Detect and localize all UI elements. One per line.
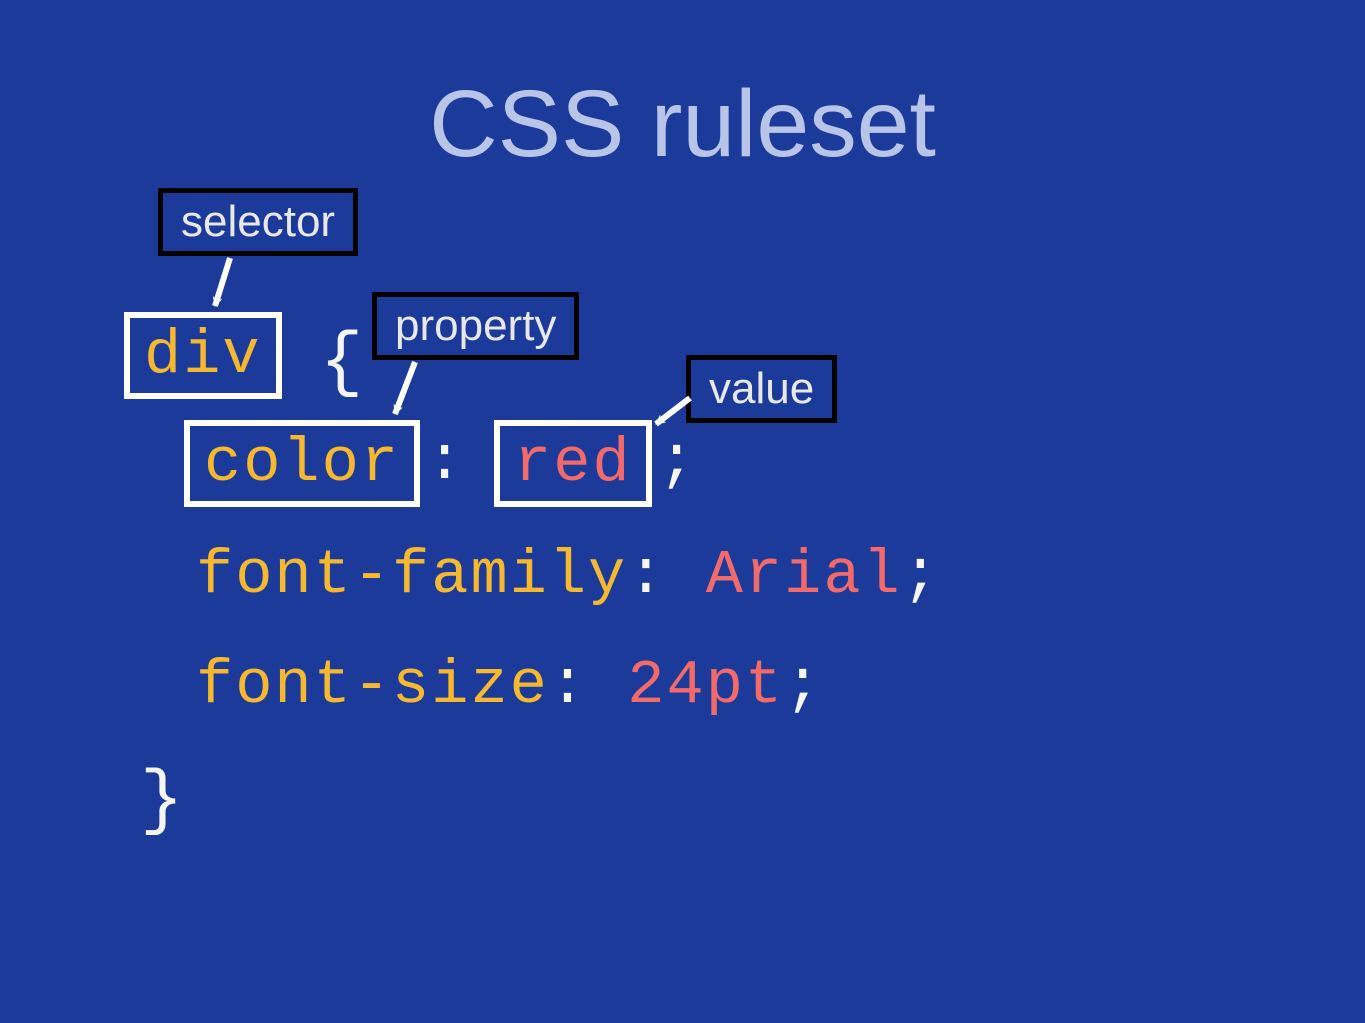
selector-box: div [124, 312, 282, 399]
value-box: red [494, 420, 652, 507]
code-selector: div [144, 320, 262, 391]
code-decl3: font-size: 24pt; [196, 650, 823, 721]
slide-title: CSS ruleset [0, 70, 1365, 179]
label-selector: selector [158, 188, 358, 256]
code-brace-open: { [320, 322, 365, 404]
code-decl1-semi: ; [658, 426, 697, 497]
label-value: value [686, 355, 837, 423]
code-decl1-val: red [514, 428, 632, 499]
code-decl2: font-family: Arial; [196, 540, 941, 611]
property-box: color [184, 420, 420, 507]
code-brace-close: } [140, 760, 185, 842]
label-property: property [372, 292, 579, 360]
code-decl1-prop: color [204, 428, 400, 499]
code-decl1-colon: : [426, 426, 465, 497]
